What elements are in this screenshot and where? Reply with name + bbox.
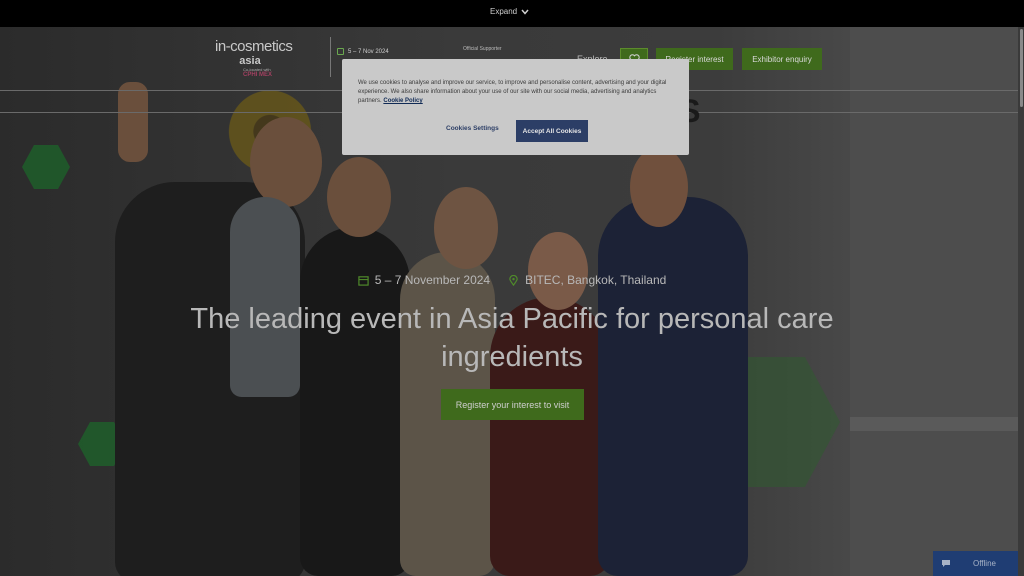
official-supporter-label: Official Supporter [463,46,502,52]
logo-brand: CPHI MEX [243,72,273,78]
booth-panel [850,27,1024,576]
exhibitor-enquiry-button[interactable]: Exhibitor enquiry [742,48,822,70]
accept-all-cookies-button[interactable]: Accept All Cookies [516,120,588,142]
logo-main-text: in-cosmetics [215,38,293,55]
cookie-text: We use cookies to analyse and improve ou… [358,79,673,106]
chevron-down-icon [521,9,529,15]
scrollbar-thumb[interactable] [1020,29,1023,107]
event-location: BITEC, Bangkok, Thailand [525,273,667,287]
location-pin-icon [509,274,518,286]
header-date-text: 5 – 7 Nov 2024 [348,48,389,55]
cookie-consent-banner: We use cookies to analyse and improve ou… [342,59,689,155]
cookie-policy-link[interactable]: Cookie Policy [383,98,422,104]
logo-sub-text: asia [239,55,261,67]
header-divider [330,37,331,77]
event-date: 5 – 7 November 2024 [374,273,491,287]
expand-label: Expand [490,7,518,16]
page-scrollbar[interactable] [1018,27,1024,576]
calendar-icon [337,48,344,55]
cookies-settings-button[interactable]: Cookies Settings [446,125,499,132]
site-logo[interactable]: in-cosmetics asia Co-located with CPHI M… [215,38,315,78]
chat-bubble-icon [942,560,950,567]
calendar-icon [358,275,369,286]
hexagon-decoration [22,145,70,189]
event-meta: 5 – 7 November 2024 BITEC, Bangkok, Thai… [0,273,1024,287]
register-visit-button[interactable]: Register your interest to visit [441,389,584,420]
chat-status: Offline [973,559,996,568]
top-bar: Expand [0,0,1024,27]
expand-toggle[interactable]: Expand [490,7,529,16]
chat-widget[interactable]: Offline [933,551,1018,576]
hero-headline: The leading event in Asia Pacific for pe… [190,303,834,373]
header-event-date: 5 – 7 Nov 2024 [337,48,389,55]
